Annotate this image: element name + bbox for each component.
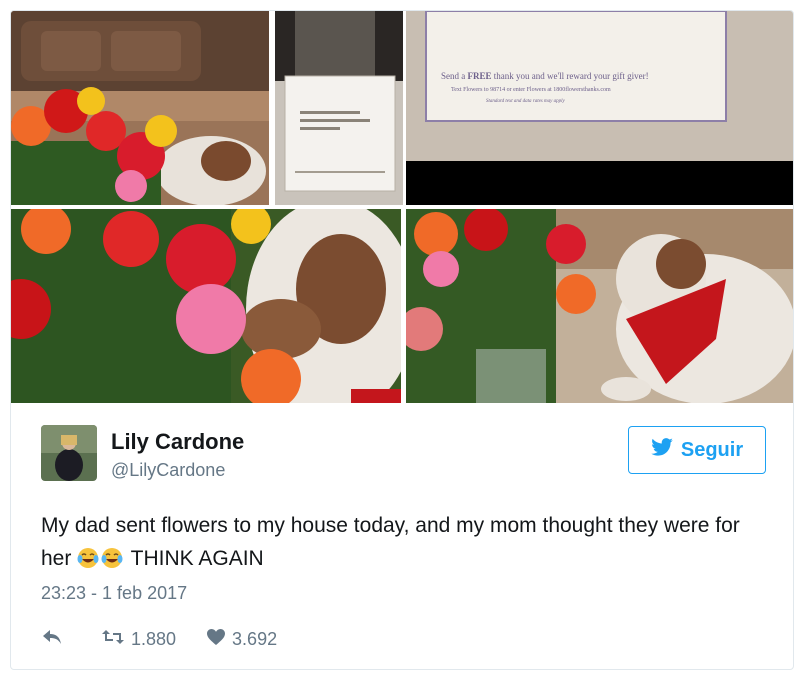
author-name[interactable]: Lily Cardone	[111, 429, 244, 455]
reply-icon	[41, 628, 63, 651]
follow-label: Seguir	[680, 438, 744, 461]
card-line3: Standard text and data rates may apply	[486, 99, 565, 104]
card-line1: Send a FREE thank you and we'll reward y…	[441, 71, 649, 81]
retweet-icon	[101, 628, 125, 651]
follow-button[interactable]: Seguir	[628, 426, 766, 474]
photo-couch-roses[interactable]	[11, 11, 269, 205]
face-with-tears-of-joy-icon	[101, 546, 123, 568]
card-line2: Text Flowers to 98714 or enter Flowers a…	[451, 86, 611, 93]
reply-button[interactable]	[41, 628, 63, 651]
photo-grid: Send a FREE thank you and we'll reward y…	[11, 11, 793, 403]
twitter-bird-icon	[651, 438, 673, 462]
like-button[interactable]: 3.692	[206, 628, 277, 651]
photo-dog-bandana[interactable]	[406, 209, 793, 403]
tweet-card: Send a FREE thank you and we'll reward y…	[10, 10, 794, 670]
tweet-text: My dad sent flowers to my house today, a…	[41, 509, 771, 575]
photo-dog-roses-close[interactable]	[11, 209, 401, 403]
tweet-timestamp[interactable]: 23:23 - 1 feb 2017	[41, 583, 187, 604]
avatar[interactable]	[41, 425, 97, 481]
face-with-tears-of-joy-icon	[77, 546, 99, 568]
retweet-count: 1.880	[131, 628, 177, 649]
heart-icon	[206, 628, 226, 651]
photo-card-closeup[interactable]: Send a FREE thank you and we'll reward y…	[406, 11, 793, 205]
retweet-button[interactable]: 1.880	[101, 628, 176, 651]
photo-card-vase[interactable]	[275, 11, 403, 205]
author-handle[interactable]: @LilyCardone	[111, 460, 225, 481]
like-count: 3.692	[232, 628, 278, 649]
tweet-text-tail: THINK AGAIN	[130, 547, 264, 570]
tweet-actions: 1.880 3.692	[41, 626, 277, 652]
